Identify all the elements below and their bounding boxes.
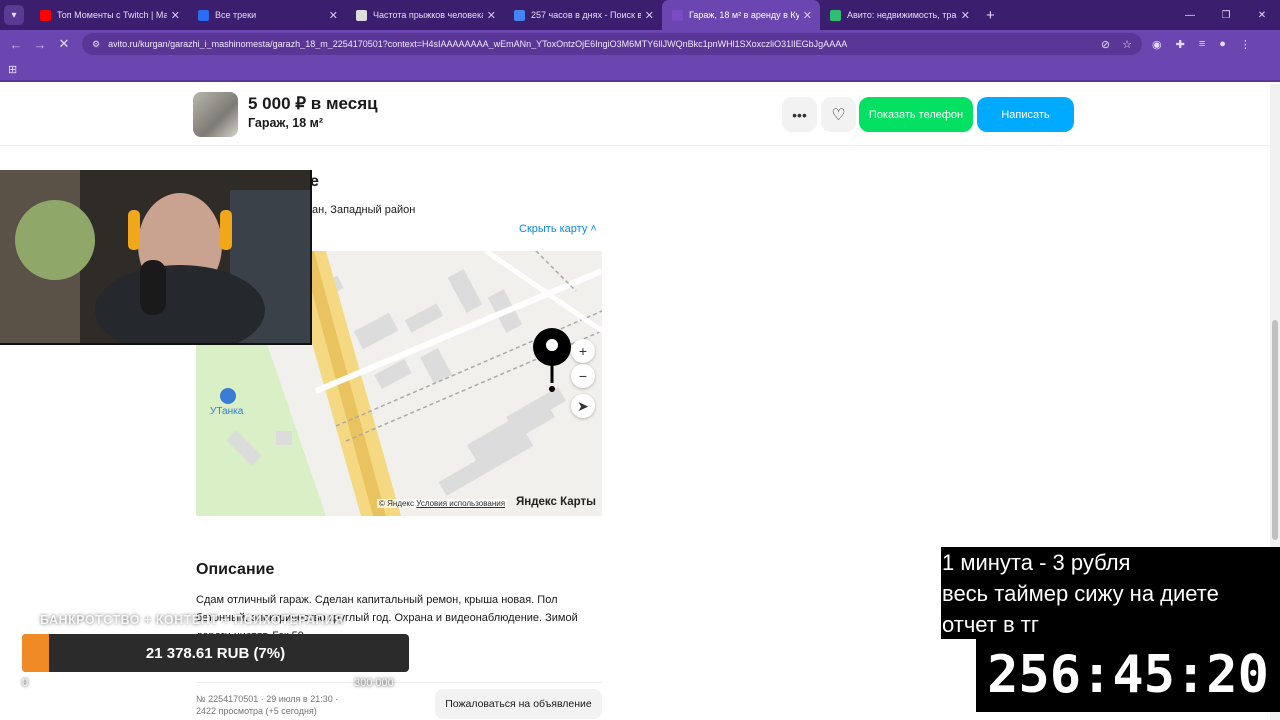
scrollbar-thumb[interactable] — [1272, 320, 1278, 540]
browser-tab[interactable]: Гараж, 18 м² в аренду в Курга ✕ — [662, 0, 820, 30]
subathon-timer: 256:45:20 — [976, 639, 1280, 712]
tab-close-icon[interactable]: ✕ — [961, 9, 970, 22]
new-tab-icon[interactable]: + — [986, 7, 995, 24]
tab-close-icon[interactable]: ✕ — [171, 9, 180, 22]
close-window-icon[interactable]: ✕ — [1244, 10, 1280, 21]
listing-meta-views: 2422 просмотра (+5 сегодня) — [196, 706, 317, 716]
site-info-icon[interactable]: ⚙ — [92, 39, 100, 50]
report-button[interactable]: Пожаловаться на объявление — [435, 689, 602, 719]
tab-close-icon[interactable]: ✕ — [803, 9, 812, 22]
tab-label: Частота прыжков человека — [373, 10, 483, 20]
donation-goal-amount: 21 378.61 RUB (7%) — [145, 644, 286, 662]
description-title: Описание — [196, 561, 275, 578]
location-address: ан, Западный район — [312, 204, 416, 216]
browser-tab[interactable]: 257 часов в днях - Поиск в Go ✕ — [504, 0, 662, 30]
more-button[interactable]: ••• — [782, 97, 817, 132]
window-controls: — ❐ ✕ — [1172, 0, 1280, 30]
screen: ▾ Топ Моменты с Twitch | Мальч✕Все треки… — [0, 0, 1280, 720]
kebab-menu-icon[interactable]: ⋮ — [1240, 38, 1251, 51]
show-phone-button[interactable]: Показать телефон — [859, 97, 973, 132]
tab-favicon-icon — [356, 9, 367, 21]
listing-meta-id: № 2254170501 · 29 июля в 21:30 · — [196, 694, 339, 704]
bookmarks-bar: ⊞ — [0, 58, 1280, 82]
tab-close-icon[interactable]: ✕ — [487, 9, 496, 22]
profile-avatar-icon[interactable]: ● — [1219, 38, 1226, 50]
extension-icon[interactable]: ◉ — [1152, 38, 1162, 51]
tab-strip: Топ Моменты с Twitch | Мальч✕Все треки✕Ч… — [30, 0, 978, 30]
tab-search-icon[interactable]: ▾ — [4, 5, 24, 25]
map-terms-link[interactable]: Условия использования — [416, 499, 505, 508]
back-icon[interactable]: ← — [4, 37, 28, 52]
listing-subtitle: Гараж, 18 м² — [248, 116, 324, 130]
eye-off-icon[interactable]: ⊘ — [1101, 38, 1110, 51]
map-pin-icon — [532, 327, 572, 393]
url-text: avito.ru/kurgan/garazhi_i_mashinomesta/g… — [108, 39, 848, 49]
tab-label: Авито: недвижимость, трансп — [847, 10, 957, 20]
webcam-overlay — [0, 170, 312, 345]
bookmark-star-icon[interactable]: ☆ — [1122, 38, 1132, 51]
minimize-icon[interactable]: — — [1172, 10, 1208, 21]
media-icon[interactable]: ≡ — [1199, 38, 1205, 50]
tab-favicon-icon — [514, 9, 525, 21]
tab-label: Топ Моменты с Twitch | Мальч — [57, 10, 167, 20]
forward-icon[interactable]: → — [28, 37, 52, 52]
browser-tab[interactable]: Топ Моменты с Twitch | Мальч ✕ — [30, 0, 188, 30]
timer-rate-line: 1 минута - 3 рубля — [942, 550, 1131, 575]
browser-tab[interactable]: Все треки ✕ — [188, 0, 346, 30]
donation-goal-title: БАНКРОТСТВО + КОНТЕНТ + ПСИХОТЕРАПИЯ — [40, 613, 344, 627]
map-place-label: УТанка — [210, 406, 244, 417]
timer-report-line: отчет в тг — [942, 612, 1039, 637]
listing-thumbnail[interactable] — [193, 92, 238, 137]
tab-favicon-icon — [672, 9, 683, 21]
sticky-header: 5 000 ₽ в месяц Гараж, 18 м² ••• ♡ Показ… — [0, 84, 1270, 146]
streamer-video — [0, 170, 310, 343]
listing-price: 5 000 ₽ в месяц — [248, 94, 378, 113]
favorite-button[interactable]: ♡ — [821, 97, 856, 132]
donation-goal-max: 300 000 — [354, 677, 394, 689]
map-copyright-text: © Яндекс — [379, 499, 415, 508]
hide-map-link[interactable]: Скрыть карту ˄ — [519, 223, 597, 235]
restore-icon[interactable]: ❐ — [1208, 10, 1244, 21]
subathon-info: 1 минута - 3 рубля весь таймер сижу на д… — [941, 547, 1280, 639]
geolocation-icon[interactable]: ➤ — [571, 394, 595, 418]
heart-icon: ♡ — [831, 106, 846, 124]
browser-tabbar: ▾ Топ Моменты с Twitch | Мальч✕Все треки… — [0, 0, 1280, 30]
tab-favicon-icon — [40, 9, 51, 21]
donation-goal-min: 0 — [22, 677, 29, 689]
tab-label: 257 часов в днях - Поиск в Go — [531, 10, 641, 20]
tab-close-icon[interactable]: ✕ — [329, 9, 338, 22]
extensions-area: ◉ ✚ ≡ ● ⋮ — [1152, 38, 1251, 51]
tab-label: Гараж, 18 м² в аренду в Курга — [689, 10, 799, 20]
browser-toolbar: ← → ✕ ⚙ avito.ru/kurgan/garazhi_i_mashin… — [0, 30, 1280, 58]
tab-favicon-icon — [830, 9, 841, 21]
browser-tab[interactable]: Частота прыжков человека ✕ — [346, 0, 504, 30]
more-dots-icon: ••• — [792, 106, 807, 123]
reload-icon[interactable]: ✕ — [52, 36, 76, 52]
apps-grid-icon[interactable]: ⊞ — [8, 63, 17, 76]
tab-close-icon[interactable]: ✕ — [645, 9, 654, 22]
tab-label: Все треки — [215, 10, 257, 20]
timer-diet-line: весь таймер сижу на диете — [942, 581, 1219, 606]
write-message-button[interactable]: Написать — [977, 97, 1074, 132]
browser-tab[interactable]: Авито: недвижимость, трансп ✕ — [820, 0, 978, 30]
divider — [196, 682, 602, 683]
donation-goal-bar: 21 378.61 RUB (7%) — [22, 634, 409, 672]
zoom-in-icon[interactable]: + — [571, 339, 595, 363]
puzzle-icon[interactable]: ✚ — [1176, 38, 1185, 51]
map-copyright: © Яндекс Условия использования — [377, 499, 508, 508]
yandex-maps-logo[interactable]: Яндекс Карты — [516, 496, 596, 508]
tab-favicon-icon — [198, 9, 209, 21]
address-bar[interactable]: ⚙ avito.ru/kurgan/garazhi_i_mashinomesta… — [82, 33, 1142, 55]
zoom-out-icon[interactable]: − — [571, 364, 595, 388]
